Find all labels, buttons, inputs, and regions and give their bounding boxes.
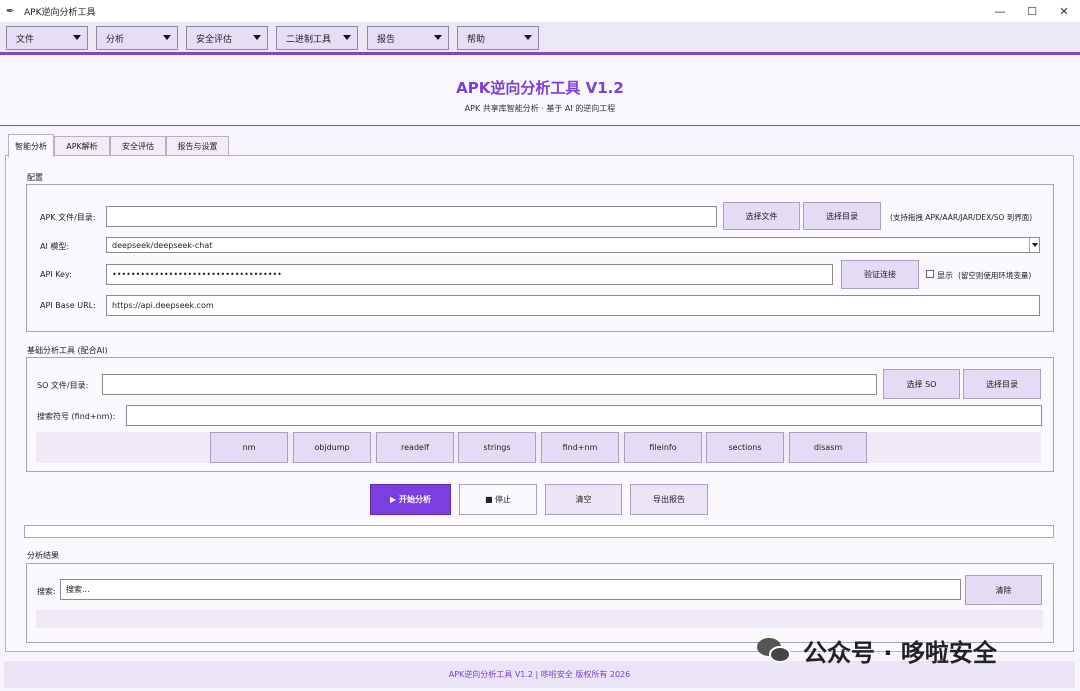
wechat-icon <box>755 635 795 665</box>
basic-tools-section-label: 基础分析工具 (配合AI) <box>27 346 108 355</box>
menu-binary-tools[interactable]: 二进制工具 <box>276 26 358 50</box>
start-analysis-button[interactable]: ▶ 开始分析 <box>370 484 451 515</box>
minimize-icon[interactable]: — <box>984 0 1016 22</box>
so-path-label: SO 文件/目录: <box>37 381 89 390</box>
tool-sections-button[interactable]: sections <box>706 432 784 463</box>
select-so-dir-button[interactable]: 选择目录 <box>963 369 1041 399</box>
chevron-down-icon <box>253 35 261 40</box>
chevron-down-icon[interactable] <box>1029 238 1039 252</box>
menu-label: 帮助 <box>467 34 486 45</box>
menu-security[interactable]: 安全评估 <box>186 26 268 50</box>
menu-analysis[interactable]: 分析 <box>96 26 178 50</box>
close-icon[interactable]: ✕ <box>1048 0 1080 22</box>
show-key-checkbox[interactable] <box>926 270 934 278</box>
apk-path-label: APK 文件/目录: <box>40 213 96 222</box>
menu-label: 分析 <box>106 34 125 45</box>
api-key-label: API Key: <box>40 270 72 279</box>
tool-disasm-button[interactable]: disasm <box>789 432 867 463</box>
watermark-text: 公众号 · 哆啦安全 <box>803 638 997 667</box>
tool-fileinfo-button[interactable]: fileinfo <box>624 432 702 463</box>
results-search-label: 搜索: <box>37 587 56 596</box>
menu-report[interactable]: 报告 <box>367 26 449 50</box>
results-search-input[interactable]: 搜索... <box>60 579 961 600</box>
tool-nm-button[interactable]: nm <box>210 432 288 463</box>
tool-strings-button[interactable]: strings <box>458 432 536 463</box>
app-header: APK逆向分析工具 V1.2 APK 共享库智能分析 · 基于 AI 的逆向工程 <box>0 58 1080 126</box>
drag-hint: (支持拖拽 APK/AAR/JAR/DEX/SO 到界面) <box>890 213 1033 222</box>
window-title: APK逆向分析工具 <box>24 7 96 18</box>
select-file-button[interactable]: 选择文件 <box>723 202 800 230</box>
export-report-button[interactable]: 导出报告 <box>630 484 708 515</box>
select-dir-button[interactable]: 选择目录 <box>803 202 881 230</box>
config-section-label: 配置 <box>27 173 43 182</box>
menu-help[interactable]: 帮助 <box>457 26 539 50</box>
ai-model-value: deepseek/deepseek-chat <box>112 240 213 250</box>
clear-results-button[interactable]: 清除 <box>965 575 1042 605</box>
app-feather-icon: ✒ <box>6 5 15 17</box>
analysis-progress-bar <box>24 525 1054 538</box>
maximize-icon[interactable]: ☐ <box>1016 0 1048 22</box>
clear-button[interactable]: 清空 <box>545 484 622 515</box>
menu-label: 文件 <box>16 34 35 45</box>
api-base-url-label: API Base URL: <box>40 301 96 310</box>
symbol-search-label: 搜索符号 (find+nm): <box>37 412 116 421</box>
menu-file[interactable]: 文件 <box>6 26 88 50</box>
window-controls: — ☐ ✕ <box>984 0 1080 22</box>
show-key-label: 显示 <box>937 271 953 280</box>
tool-objdump-button[interactable]: objdump <box>293 432 371 463</box>
select-so-button[interactable]: 选择 SO <box>883 369 960 399</box>
verify-connection-button[interactable]: 验证连接 <box>841 260 919 289</box>
chevron-down-icon <box>343 35 351 40</box>
tool-find-nm-button[interactable]: find+nm <box>541 432 619 463</box>
chevron-down-icon <box>163 35 171 40</box>
menubar: 文件 分析 安全评估 二进制工具 报告 帮助 <box>0 22 1080 55</box>
env-hint: (留空则使用环境变量) <box>958 271 1032 280</box>
window-titlebar: ✒ APK逆向分析工具 — ☐ ✕ <box>0 0 1080 22</box>
api-base-url-input[interactable]: https://api.deepseek.com <box>106 295 1040 316</box>
chevron-down-icon <box>73 35 81 40</box>
tab-smart-analysis[interactable]: 智能分析 <box>8 134 54 157</box>
stop-button[interactable]: ■ 停止 <box>459 484 537 515</box>
tab-report-settings[interactable]: 报告与设置 <box>166 136 229 156</box>
chevron-down-icon <box>524 35 532 40</box>
results-output-area <box>36 610 1043 628</box>
tab-security[interactable]: 安全评估 <box>110 136 166 156</box>
page-title: APK逆向分析工具 V1.2 <box>456 79 624 97</box>
chevron-down-icon <box>434 35 442 40</box>
ai-model-select[interactable]: deepseek/deepseek-chat <box>106 237 1040 253</box>
symbol-search-input[interactable] <box>126 405 1042 426</box>
watermark: 公众号 · 哆啦安全 <box>755 630 997 670</box>
apk-path-input[interactable] <box>106 206 717 227</box>
results-section-label: 分析结果 <box>27 551 59 560</box>
api-key-input[interactable]: •••••••••••••••••••••••••••••••••••• <box>106 264 833 285</box>
menu-label: 报告 <box>377 34 396 45</box>
menu-label: 二进制工具 <box>286 34 332 45</box>
tab-apk-parse[interactable]: APK解析 <box>54 136 110 156</box>
tool-buttons-row <box>36 432 1041 463</box>
page-subtitle: APK 共享库智能分析 · 基于 AI 的逆向工程 <box>464 104 616 113</box>
ai-model-label: AI 模型: <box>40 242 70 251</box>
menu-label: 安全评估 <box>196 34 233 45</box>
tool-readelf-button[interactable]: readelf <box>376 432 454 463</box>
so-path-input[interactable] <box>102 374 877 395</box>
